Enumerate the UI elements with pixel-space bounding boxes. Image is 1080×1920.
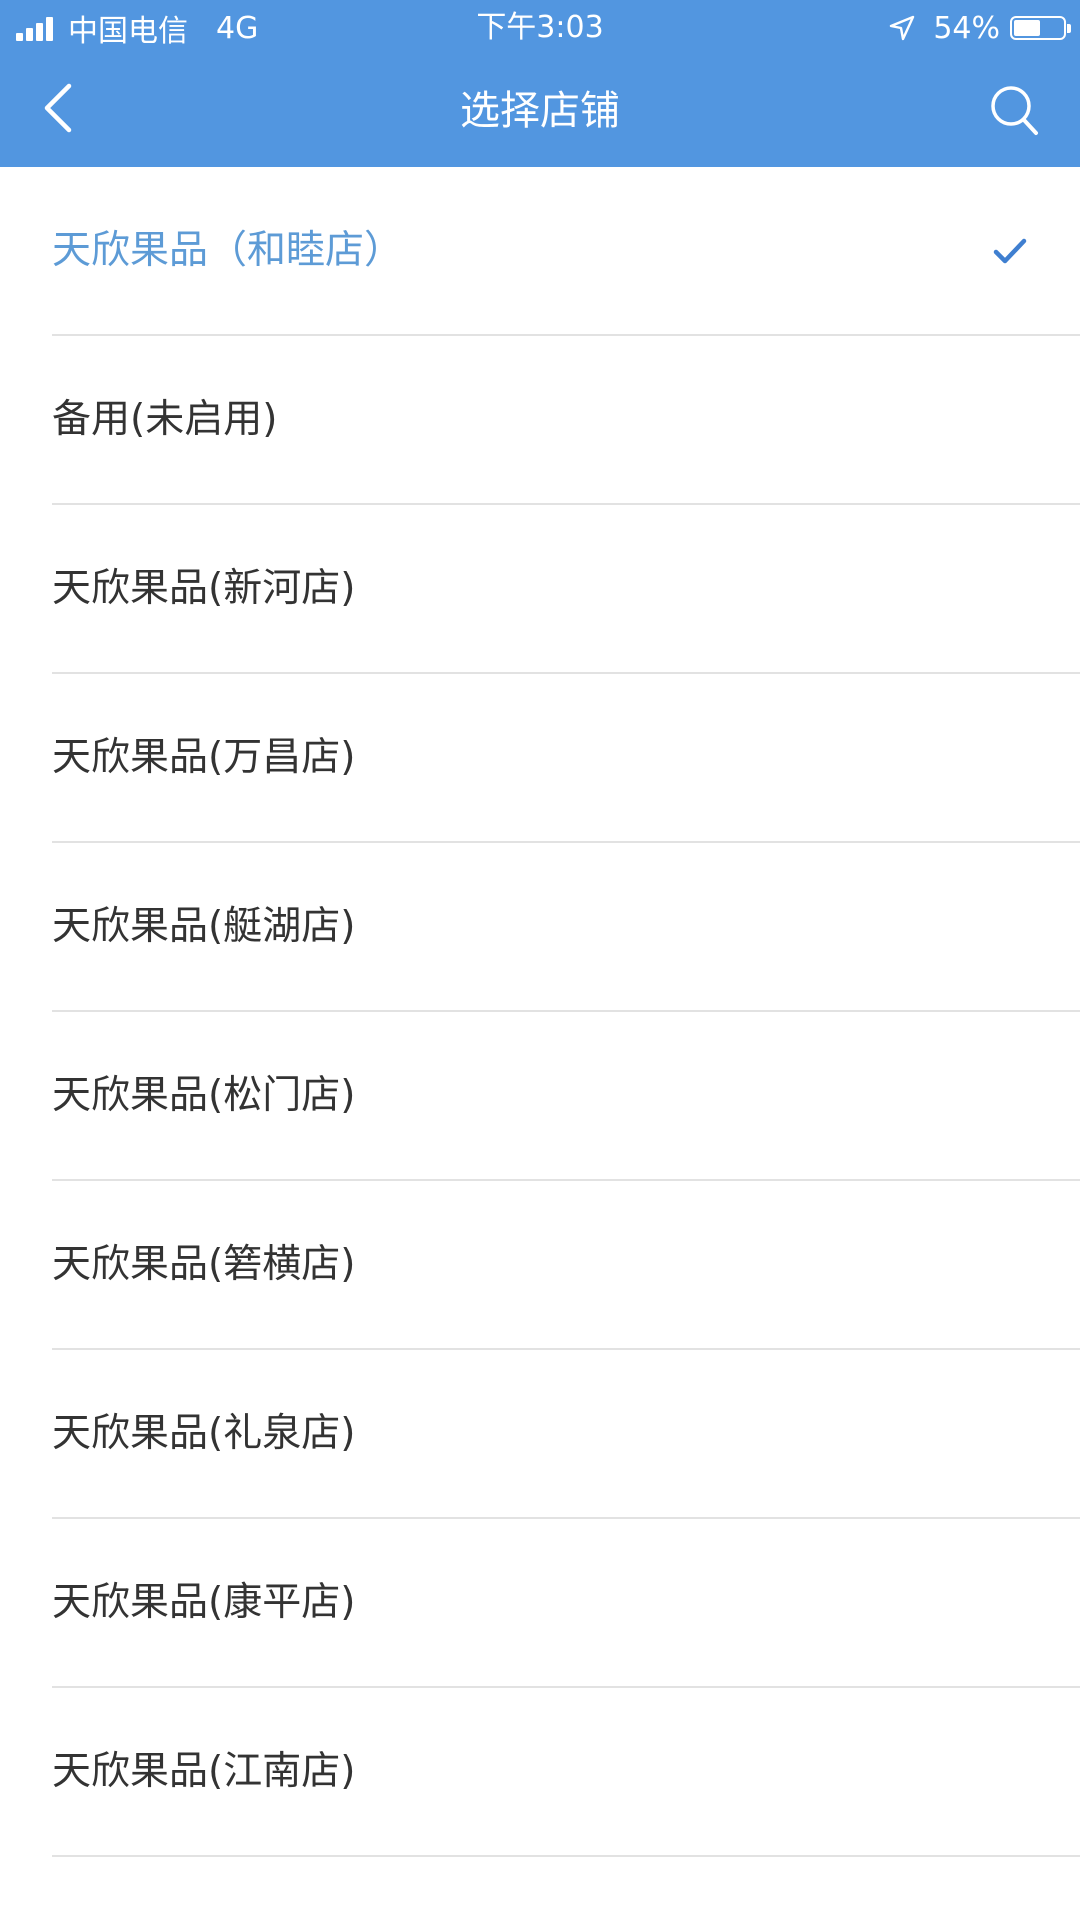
- store-name: 备用(未启用): [52, 397, 278, 442]
- page-title: 选择店铺: [460, 88, 620, 134]
- store-name: 天欣果品(松门店): [52, 1073, 356, 1118]
- store-item[interactable]: 备用(未启用): [52, 336, 1080, 505]
- store-name: 天欣果品(康平店): [52, 1580, 356, 1625]
- store-item[interactable]: 天欣果品(艇湖店): [52, 843, 1080, 1012]
- chevron-left-icon: [44, 83, 72, 133]
- battery-icon: [1010, 16, 1071, 40]
- top-bar: 中国电信 4G 下午3:03 54% 选择店铺: [0, 0, 1080, 167]
- checkmark-icon: [993, 238, 1027, 264]
- store-list: 天欣果品（和睦店） 备用(未启用) 天欣果品(新河店) 天欣果品(万昌店) 天欣果品(艇…: [0, 167, 1080, 1857]
- store-name: 天欣果品(江南店): [52, 1749, 356, 1794]
- search-icon: [991, 86, 1038, 135]
- battery-percentage: 54%: [933, 10, 1000, 46]
- store-name: 天欣果品(箬横店): [52, 1242, 356, 1287]
- store-item[interactable]: 天欣果品(江南店): [52, 1688, 1080, 1857]
- store-item[interactable]: 天欣果品(康平店): [52, 1519, 1080, 1688]
- store-item[interactable]: 天欣果品(松门店): [52, 1012, 1080, 1181]
- store-name: 天欣果品(艇湖店): [52, 904, 356, 949]
- store-item[interactable]: 天欣果品(新河店): [52, 505, 1080, 674]
- store-name: 天欣果品（和睦店）: [52, 228, 404, 273]
- status-right: 54%: [889, 6, 1071, 50]
- status-bar: 中国电信 4G 下午3:03 54%: [0, 0, 1080, 55]
- store-name: 天欣果品(万昌店): [52, 735, 356, 780]
- battery-tip: [1067, 24, 1071, 33]
- location-arrow-icon: [889, 15, 915, 41]
- back-button[interactable]: [28, 75, 88, 141]
- store-item[interactable]: 天欣果品（和睦店）: [52, 167, 1080, 336]
- store-item[interactable]: 天欣果品(礼泉店): [52, 1350, 1080, 1519]
- store-name: 天欣果品(新河店): [52, 566, 356, 611]
- store-item[interactable]: 天欣果品(箬横店): [52, 1181, 1080, 1350]
- search-button[interactable]: [984, 77, 1044, 143]
- nav-bar: 选择店铺: [0, 55, 1080, 167]
- battery-fill: [1014, 20, 1040, 36]
- store-name: 天欣果品(礼泉店): [52, 1411, 356, 1456]
- store-item[interactable]: 天欣果品(万昌店): [52, 674, 1080, 843]
